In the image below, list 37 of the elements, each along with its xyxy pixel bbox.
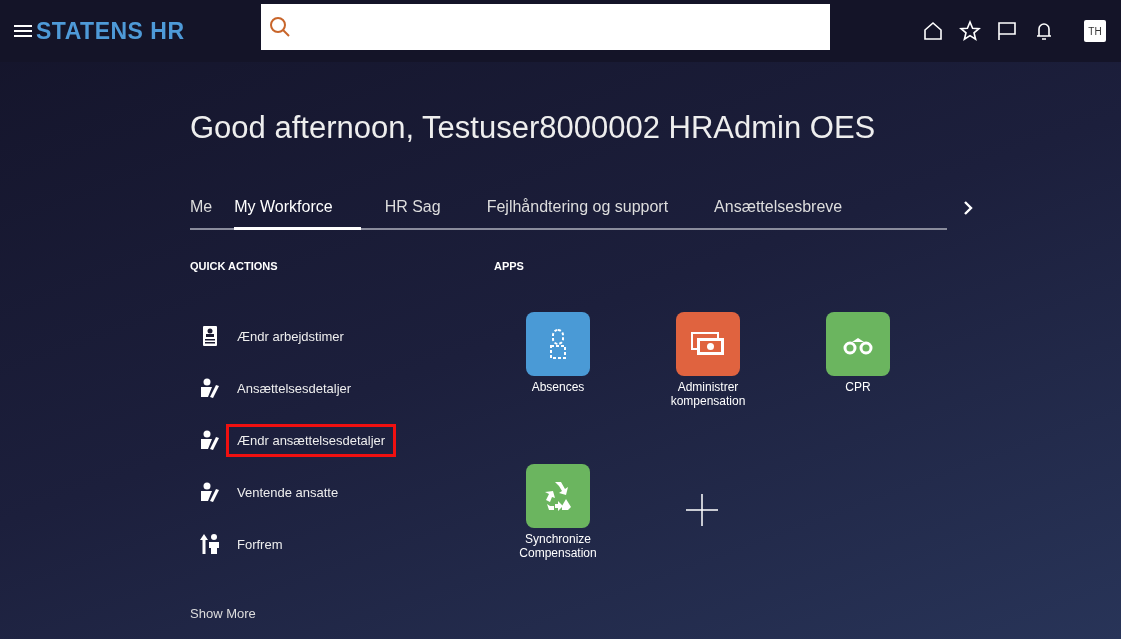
person-pencil-icon — [200, 429, 220, 451]
quick-action-link[interactable]: Ventende ansatte — [226, 475, 350, 509]
tab[interactable]: Me — [190, 198, 235, 230]
app-tile[interactable]: Absences — [498, 312, 618, 444]
menu-icon[interactable] — [14, 24, 32, 38]
greeting-heading: Good afternoon, Testuser8000002 HRAdmin OES — [190, 110, 877, 146]
app-tile[interactable]: Synchronize Compensation — [498, 464, 618, 596]
chevron-right-icon[interactable] — [961, 200, 975, 216]
search-field[interactable] — [261, 4, 830, 50]
flag-icon[interactable] — [996, 20, 1018, 42]
app-tile[interactable]: CPR — [798, 312, 918, 444]
section-heading: APPS — [494, 260, 525, 272]
quick-action-link[interactable]: Ændr ansættelsesdetaljer — [226, 423, 397, 457]
show-more-link[interactable]: Show More — [190, 606, 494, 621]
add-icon[interactable] — [684, 492, 720, 528]
id-badge-icon — [200, 325, 220, 347]
app-logo: STATENS HR — [36, 17, 186, 45]
person-pencil-icon — [200, 377, 220, 399]
tab[interactable]: Fejlhåndtering og support — [486, 198, 691, 230]
person-pencil-icon — [200, 481, 220, 503]
tab[interactable]: Ansættelsesbreve — [714, 198, 865, 230]
person-arrow-icon — [200, 533, 220, 555]
app-tile[interactable]: Administrer kompensation — [648, 312, 768, 444]
home-icon[interactable] — [922, 20, 944, 42]
app-label: Synchronize Compensation — [518, 532, 598, 560]
search-icon — [269, 16, 291, 38]
app-label: Absences — [530, 380, 586, 394]
app-label: Administrer kompensation — [669, 380, 747, 408]
quick-action-link[interactable]: Forfrem — [226, 527, 294, 561]
star-icon[interactable] — [959, 20, 981, 42]
tab[interactable]: My Workforce — [234, 198, 361, 230]
tab[interactable]: HR Sag — [384, 198, 463, 230]
app-label: CPR — [844, 380, 872, 394]
section-heading: QUICK ACTIONS — [190, 260, 279, 272]
quick-action-link[interactable]: Ændr arbejdstimer — [226, 319, 355, 353]
user-avatar[interactable]: TH — [1084, 20, 1106, 42]
quick-action-link[interactable]: Ansættelsesdetaljer — [226, 371, 363, 405]
